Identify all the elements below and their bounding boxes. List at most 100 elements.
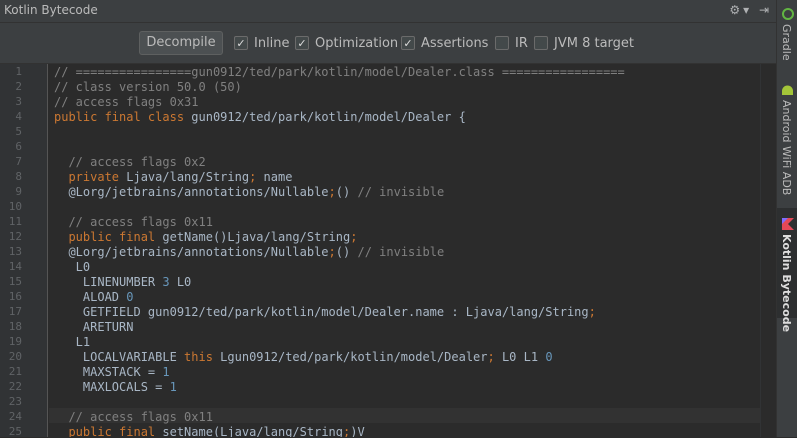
code-token: // invisible	[357, 185, 445, 199]
line-number: 22	[8, 380, 22, 393]
code-token: ;	[350, 230, 358, 244]
gradle-icon	[782, 8, 794, 20]
code-token: 3	[162, 275, 170, 289]
code-token: LINENUMBER	[54, 275, 163, 289]
line-number: 19	[8, 335, 22, 348]
line-number: 8	[15, 170, 22, 183]
ir-checkbox[interactable]: IR	[495, 35, 528, 51]
code-line: LINENUMBER 3 L0	[54, 275, 191, 290]
assertions-checkbox[interactable]: ✓ Assertions	[401, 35, 488, 51]
right-tool-sidebar: Gradle Android WiFi ADB Kotlin Bytecode	[776, 0, 797, 437]
code-token: // access flags 0x11	[54, 410, 213, 424]
code-token: )V	[350, 425, 365, 437]
code-token: 1	[169, 380, 177, 394]
settings-gear-icon[interactable]: ⚙▾	[729, 3, 752, 17]
checkbox-mark-icon: ✓	[295, 36, 309, 50]
code-line: ALOAD 0	[54, 290, 134, 305]
line-number: 11	[8, 215, 22, 228]
sidebar-tab-label: Kotlin Bytecode	[780, 234, 793, 333]
code-area[interactable]: // ================gun0912/ted/park/kotl…	[54, 64, 760, 437]
sidebar-tab-label: Android WiFi ADB	[780, 100, 793, 196]
code-line: // access flags 0x2	[54, 155, 205, 170]
code-token: this	[184, 350, 213, 364]
code-token: public final	[54, 425, 163, 437]
code-token: // access flags 0x11	[54, 215, 213, 229]
code-token: ;	[588, 305, 596, 319]
checkbox-label: JVM 8 target	[554, 35, 635, 51]
code-token: ;	[487, 350, 495, 364]
code-token: L0	[54, 260, 91, 274]
sidebar-tab-kotlin-bytecode[interactable]: Kotlin Bytecode	[777, 208, 797, 332]
code-line: // access flags 0x11	[54, 410, 213, 425]
line-number: 3	[15, 95, 22, 108]
code-token: setName(Ljava/lang/String	[162, 425, 343, 437]
checkbox-mark-icon: ✓	[234, 36, 248, 50]
line-number: 5	[15, 125, 22, 138]
code-token: // access flags 0x31	[54, 95, 199, 109]
line-number: 9	[15, 185, 22, 198]
line-number: 24	[8, 410, 22, 423]
code-token: 0	[126, 290, 134, 304]
decompile-button[interactable]: Decompile	[139, 31, 223, 55]
code-token: Lgun0912/ted/park/kotlin/model/Dealer	[212, 350, 488, 364]
code-line: // access flags 0x31	[54, 95, 199, 110]
line-number: 18	[8, 320, 22, 333]
checkbox-label: Inline	[254, 35, 290, 51]
checkbox-label: Assertions	[421, 35, 489, 51]
android-icon	[782, 85, 793, 95]
kotlin-icon	[782, 218, 794, 230]
code-token: gun0912/ted/park/kotlin/model/Dealer {	[191, 110, 466, 124]
line-number-gutter: 1 2 3 4 5 6 7 8 9 10 11 12 13 14 15 16 17 18 19 20 21 22 23 24 2…	[0, 64, 48, 438]
code-token: ()	[335, 185, 358, 199]
code-line: public final getName()Ljava/lang/String;	[54, 230, 357, 245]
code-token: ()	[335, 245, 358, 259]
line-number: 13	[8, 245, 22, 258]
checkbox-empty-icon	[495, 36, 509, 50]
line-number: 21	[8, 365, 22, 378]
code-token: L0	[169, 275, 192, 289]
bytecode-editor[interactable]: 1 2 3 4 5 6 7 8 9 10 11 12 13 14 15 16 17 18 19 20 21 22 23 24 2…	[0, 64, 777, 438]
vertical-scrollbar[interactable]	[760, 64, 777, 437]
inline-checkbox[interactable]: ✓ Inline	[234, 35, 290, 51]
code-line: LOCALVARIABLE this Lgun0912/ted/park/kot…	[54, 350, 553, 365]
sidebar-tab-gradle[interactable]: Gradle	[777, 0, 797, 68]
code-token: 0	[545, 350, 553, 364]
code-token: name	[256, 170, 293, 184]
code-line: MAXSTACK = 1	[54, 365, 170, 380]
code-token: L0 L1	[494, 350, 546, 364]
line-number: 1	[15, 65, 22, 78]
code-token: public final class	[54, 110, 192, 124]
line-number: 23	[8, 395, 22, 408]
code-token: public final	[54, 230, 163, 244]
code-token: private	[54, 170, 127, 184]
sidebar-tab-android-wifi-adb[interactable]: Android WiFi ADB	[777, 78, 797, 202]
checkbox-label: IR	[515, 35, 528, 51]
code-token: getName()Ljava/lang/String	[162, 230, 351, 244]
code-line: MAXLOCALS = 1	[54, 380, 177, 395]
code-line: public final setName(Ljava/lang/String;)…	[54, 425, 365, 437]
code-token: 1	[162, 365, 170, 379]
code-token: ;	[328, 245, 336, 259]
code-line: ARETURN	[54, 320, 134, 335]
code-token: ALOAD	[54, 290, 127, 304]
hide-panel-icon[interactable]: ⇥	[759, 3, 772, 17]
code-token: MAXSTACK =	[54, 365, 163, 379]
checkbox-mark-icon: ✓	[401, 36, 415, 50]
checkbox-empty-icon	[534, 36, 548, 50]
code-token: L1	[54, 335, 91, 349]
tool-window-title: Kotlin Bytecode	[4, 3, 98, 17]
code-token: Ljava/lang/String	[126, 170, 250, 184]
code-token: ARETURN	[54, 320, 134, 334]
line-number: 12	[8, 230, 22, 243]
code-token: @Lorg/jetbrains/annotations/Nullable	[54, 245, 329, 259]
line-number: 25	[8, 425, 22, 438]
line-number: 16	[8, 290, 22, 303]
optimization-checkbox[interactable]: ✓ Optimization	[295, 35, 398, 51]
code-token: ;	[328, 185, 336, 199]
tool-window-header: Kotlin Bytecode ⚙▾ ⇥	[0, 0, 776, 23]
line-number: 2	[15, 80, 22, 93]
code-line: L1	[54, 335, 90, 350]
jvm8-target-checkbox[interactable]: JVM 8 target	[534, 35, 634, 51]
code-line: L0	[54, 260, 90, 275]
code-line: private Ljava/lang/String; name	[54, 170, 292, 185]
